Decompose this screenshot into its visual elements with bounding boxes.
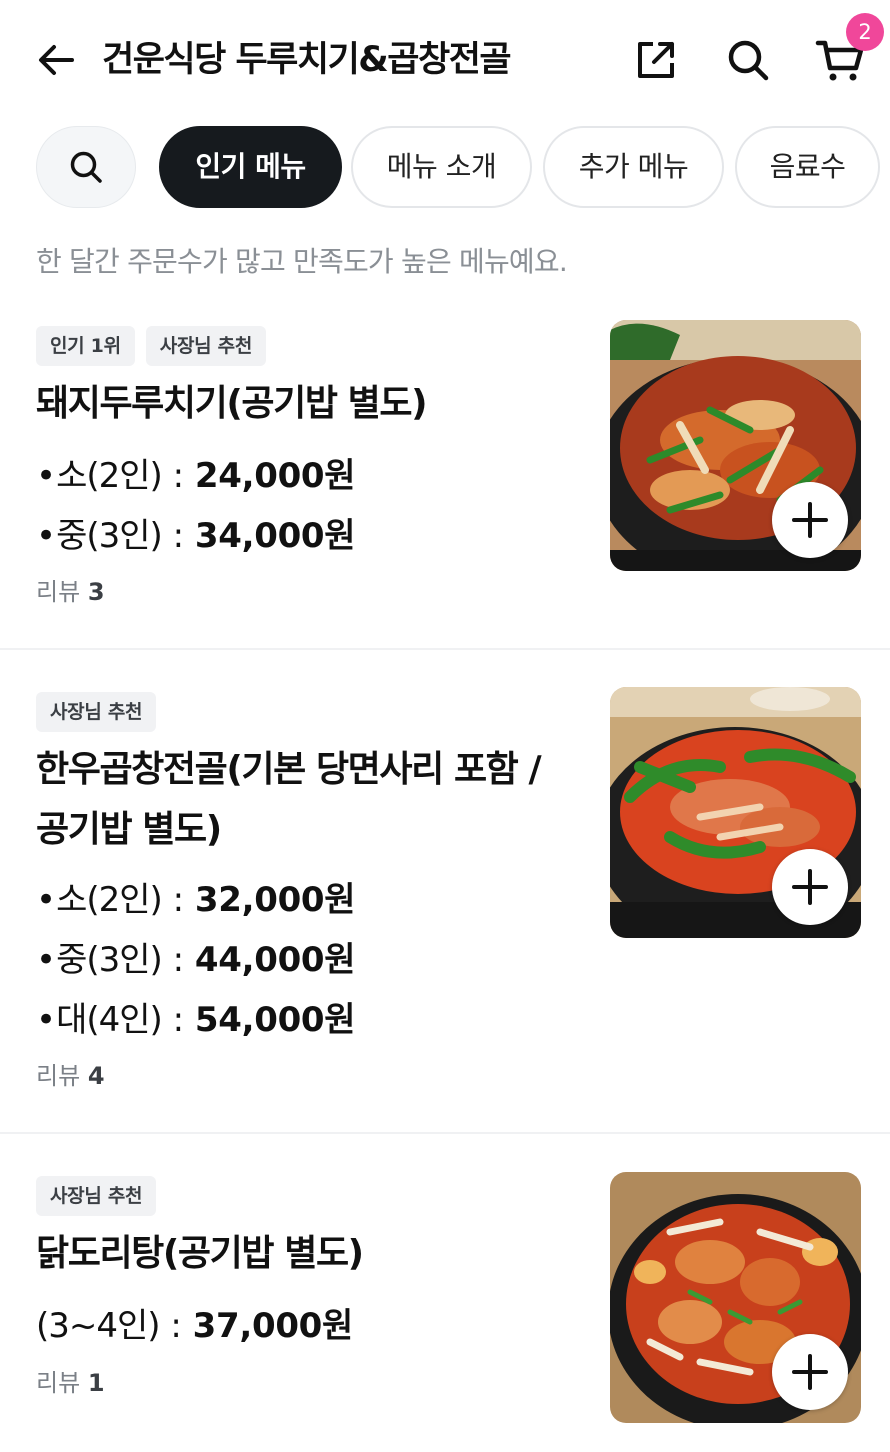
price-option: •소(2인) : 32,000원: [36, 880, 356, 920]
owner-recommend-badge: 사장님 추천: [36, 692, 157, 732]
price-option: •소(2인) : 24,000원: [36, 456, 356, 496]
price-amount: 37,000원: [192, 1306, 354, 1346]
divider: [0, 648, 890, 650]
price-option: •대(4인) : 54,000원: [36, 1000, 356, 1040]
section-description: 한 달간 주문수가 많고 만족도가 높은 메뉴예요.: [36, 245, 568, 278]
price-amount: 54,000원: [194, 1000, 356, 1040]
price-amount: 44,000원: [194, 940, 356, 980]
search-icon[interactable]: [720, 32, 776, 88]
share-icon[interactable]: [628, 32, 684, 88]
add-to-cart-button[interactable]: [772, 1334, 848, 1410]
price-amount: 32,000원: [194, 880, 356, 920]
tab-extra-menu[interactable]: 추가 메뉴: [543, 126, 724, 208]
popular-rank-badge: 인기 1위: [36, 326, 135, 366]
badge-group: 사장님 추천: [36, 1176, 157, 1216]
price-option: •중(3인) : 44,000원: [36, 940, 356, 980]
tab-menu-intro[interactable]: 메뉴 소개: [351, 126, 532, 208]
review-count: 리뷰 3: [36, 578, 105, 606]
category-tabs: 인기 메뉴 메뉴 소개 추가 메뉴 음료수: [0, 126, 890, 210]
menu-item-name: 닭도리탕(공기밥 별도): [36, 1233, 364, 1274]
owner-recommend-badge: 사장님 추천: [145, 326, 266, 366]
menu-search-button[interactable]: [36, 126, 136, 208]
tab-popular-menu[interactable]: 인기 메뉴: [159, 126, 342, 208]
add-to-cart-button[interactable]: [772, 849, 848, 925]
price-amount: 34,000원: [194, 516, 356, 556]
menu-item-name: 돼지두루치기(공기밥 별도): [36, 383, 428, 424]
plus-icon: [792, 1354, 828, 1390]
price-option: (3~4인) : 37,000원: [36, 1306, 354, 1346]
top-app-bar: 건운식당 두루치기&곱창전골 2: [0, 0, 890, 120]
add-to-cart-button[interactable]: [772, 482, 848, 558]
plus-icon: [792, 502, 828, 538]
owner-recommend-badge: 사장님 추천: [36, 1176, 157, 1216]
divider: [0, 1132, 890, 1134]
tab-drinks[interactable]: 음료수: [735, 126, 880, 208]
badge-group: 인기 1위 사장님 추천: [36, 326, 266, 366]
badge-group: 사장님 추천: [36, 692, 157, 732]
review-count: 리뷰 4: [36, 1062, 105, 1090]
review-count: 리뷰 1: [36, 1369, 105, 1397]
back-arrow-icon[interactable]: [30, 34, 82, 86]
plus-icon: [792, 869, 828, 905]
price-amount: 24,000원: [194, 456, 356, 496]
cart-count-badge: 2: [846, 13, 884, 51]
price-option: •중(3인) : 34,000원: [36, 516, 356, 556]
store-title: 건운식당 두루치기&곱창전골: [102, 40, 512, 80]
search-icon: [70, 151, 102, 183]
menu-item-name: 한우곱창전골(기본 당면사리 포함 / 공기밥 별도): [36, 749, 542, 850]
